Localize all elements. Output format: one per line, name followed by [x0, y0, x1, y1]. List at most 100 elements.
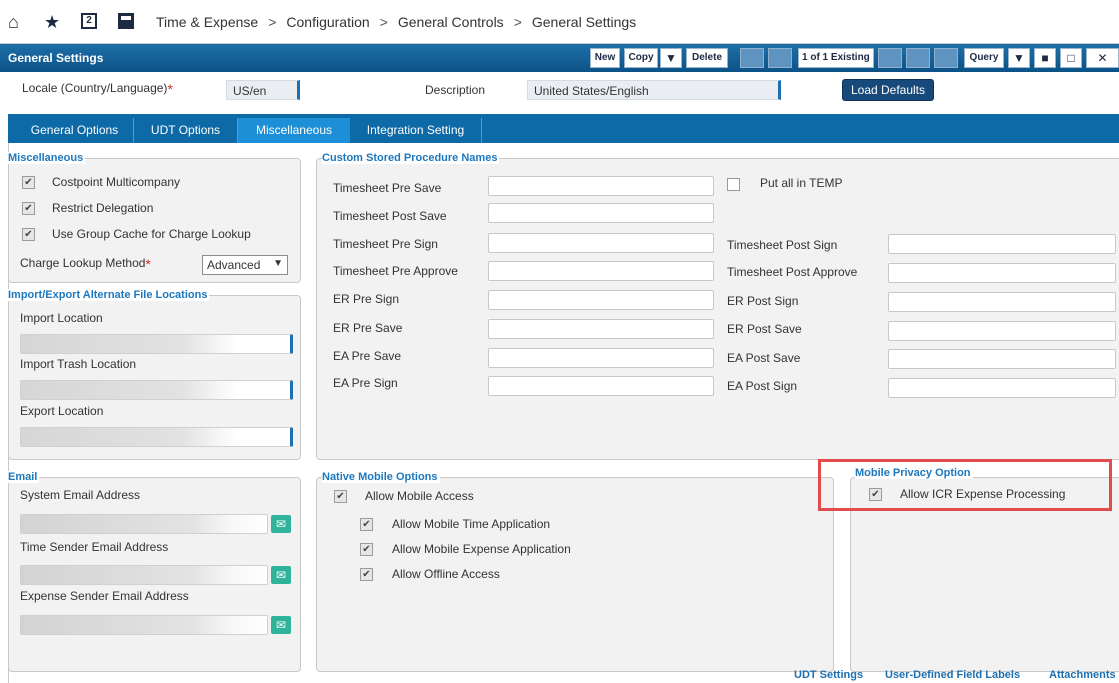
query-dropdown-icon[interactable]: ▼ — [1008, 48, 1030, 68]
tab-udt-options[interactable]: UDT Options — [134, 118, 238, 143]
expense-sender-email-label: Expense Sender Email Address — [20, 589, 189, 603]
page-title: General Settings — [8, 51, 104, 65]
stored-procedures-title: Custom Stored Procedure Names — [322, 152, 500, 164]
record-count: 1 of 1 Existing — [798, 48, 874, 68]
breadcrumb-item[interactable]: General Controls — [398, 14, 504, 30]
tab-bar: General Options UDT Options Miscellaneou… — [8, 114, 1119, 143]
copy-button[interactable]: Copy — [624, 48, 658, 68]
user-defined-field-labels-link[interactable]: User-Defined Field Labels — [885, 669, 1020, 681]
import-trash-location-input[interactable] — [20, 380, 293, 400]
restrict-delegation-checkbox[interactable]: ✔ — [22, 202, 35, 215]
ea-post-sign-input[interactable] — [888, 378, 1116, 398]
new-button[interactable]: New — [590, 48, 620, 68]
tab-miscellaneous[interactable]: Miscellaneous — [238, 118, 350, 143]
star-icon[interactable]: ★ — [44, 12, 60, 32]
miscellaneous-title: Miscellaneous — [8, 152, 86, 164]
locale-field[interactable]: US/en — [226, 80, 300, 100]
ea-pre-sign-input[interactable] — [488, 376, 714, 396]
expense-sender-email-input[interactable] — [20, 615, 268, 635]
charge-lookup-label: Charge Lookup Method* — [20, 256, 151, 272]
er-post-sign-input[interactable] — [888, 292, 1116, 312]
allow-mobile-expense-label: Allow Mobile Expense Application — [392, 542, 571, 556]
mail-icon[interactable]: ✉ — [271, 515, 291, 533]
breadcrumb: Time & Expense > Configuration > General Con… — [156, 14, 637, 30]
import-trash-location-label: Import Trash Location — [20, 357, 137, 371]
er-post-sign-label: ER Post Sign — [727, 294, 799, 308]
system-email-input[interactable] — [20, 514, 268, 534]
allow-mobile-time-label: Allow Mobile Time Application — [392, 517, 551, 531]
last-record-icon[interactable] — [934, 48, 958, 68]
next-record-icon[interactable] — [906, 48, 930, 68]
er-pre-sign-label: ER Pre Sign — [333, 292, 400, 306]
er-pre-save-label: ER Pre Save — [333, 321, 403, 335]
er-post-save-input[interactable] — [888, 321, 1116, 341]
refresh-icon[interactable] — [878, 48, 902, 68]
allow-mobile-expense-checkbox[interactable]: ✔ — [360, 543, 373, 556]
restrict-delegation-label: Restrict Delegation — [52, 201, 154, 215]
system-email-label: System Email Address — [20, 488, 141, 502]
ea-pre-save-input[interactable] — [488, 348, 714, 368]
title-bar: General Settings New Copy ▼ Delete 1 of … — [0, 44, 1119, 72]
timesheet-pre-save-label: Timesheet Pre Save — [333, 181, 442, 195]
timesheet-post-approve-input[interactable] — [888, 263, 1116, 283]
timesheet-post-sign-label: Timesheet Post Sign — [727, 238, 838, 252]
highlight-box — [818, 459, 1112, 511]
tab-integration-setting[interactable]: Integration Setting — [350, 118, 482, 143]
ea-pre-sign-label: EA Pre Sign — [333, 376, 398, 390]
time-sender-email-label: Time Sender Email Address — [20, 540, 169, 554]
previous-record-icon[interactable] — [768, 48, 792, 68]
native-mobile-title: Native Mobile Options — [322, 471, 440, 483]
timesheet-pre-sign-label: Timesheet Pre Sign — [333, 237, 438, 251]
open-windows-badge[interactable]: 2 — [81, 13, 97, 29]
ea-post-sign-label: EA Post Sign — [727, 379, 798, 393]
put-all-temp-checkbox[interactable] — [727, 178, 740, 191]
import-location-input[interactable] — [20, 334, 293, 354]
home-icon[interactable]: ⌂ — [8, 12, 19, 32]
tab-general-options[interactable]: General Options — [16, 118, 134, 143]
top-navigation: ⌂ ★ 2 Time & Expense > Configuration > Gener… — [0, 0, 1119, 44]
description-field[interactable]: United States/English — [527, 80, 781, 100]
timesheet-post-save-input[interactable] — [488, 203, 714, 223]
maximize-icon[interactable]: □ — [1060, 48, 1082, 68]
time-sender-email-input[interactable] — [20, 565, 268, 585]
udt-settings-link[interactable]: UDT Settings — [794, 669, 863, 681]
er-pre-save-input[interactable] — [488, 319, 714, 339]
charge-lookup-select[interactable]: Advanced ▼ — [202, 255, 288, 275]
costpoint-multicompany-label: Costpoint Multicompany — [52, 175, 181, 189]
er-pre-sign-input[interactable] — [488, 290, 714, 310]
er-post-save-label: ER Post Save — [727, 322, 802, 336]
breadcrumb-item[interactable]: Time & Expense — [156, 14, 258, 30]
header-row: Locale (Country/Language)* US/en Descrip… — [0, 72, 1119, 114]
group-cache-checkbox[interactable]: ✔ — [22, 228, 35, 241]
minimize-icon[interactable]: ■ — [1034, 48, 1056, 68]
timesheet-pre-sign-input[interactable] — [488, 233, 714, 253]
email-title: Email — [8, 471, 40, 483]
mail-icon[interactable]: ✉ — [271, 566, 291, 584]
mail-icon[interactable]: ✉ — [271, 616, 291, 634]
close-icon[interactable]: ✕ — [1086, 48, 1119, 68]
timesheet-pre-approve-input[interactable] — [488, 261, 714, 281]
allow-mobile-access-checkbox[interactable]: ✔ — [334, 490, 347, 503]
allow-offline-access-checkbox[interactable]: ✔ — [360, 568, 373, 581]
copy-dropdown-icon[interactable]: ▼ — [660, 48, 682, 68]
first-record-icon[interactable] — [740, 48, 764, 68]
description-label: Description — [425, 83, 486, 97]
delete-button[interactable]: Delete — [686, 48, 728, 68]
export-location-input[interactable] — [20, 427, 293, 447]
put-all-temp-label: Put all in TEMP — [760, 176, 843, 190]
chevron-down-icon: ▼ — [273, 258, 283, 269]
timesheet-post-approve-label: Timesheet Post Approve — [727, 265, 858, 279]
timesheet-post-sign-input[interactable] — [888, 234, 1116, 254]
attachments-link[interactable]: Attachments — [1049, 669, 1116, 681]
allow-offline-access-label: Allow Offline Access — [392, 567, 500, 581]
load-defaults-button[interactable]: Load Defaults — [842, 79, 934, 101]
costpoint-multicompany-checkbox[interactable]: ✔ — [22, 176, 35, 189]
timesheet-pre-save-input[interactable] — [488, 176, 714, 196]
timesheet-post-save-label: Timesheet Post Save — [333, 209, 447, 223]
allow-mobile-time-checkbox[interactable]: ✔ — [360, 518, 373, 531]
breadcrumb-item[interactable]: Configuration — [286, 14, 369, 30]
ea-post-save-input[interactable] — [888, 349, 1116, 369]
layout-icon[interactable] — [118, 13, 134, 29]
export-location-label: Export Location — [20, 404, 104, 418]
query-button[interactable]: Query — [964, 48, 1004, 68]
